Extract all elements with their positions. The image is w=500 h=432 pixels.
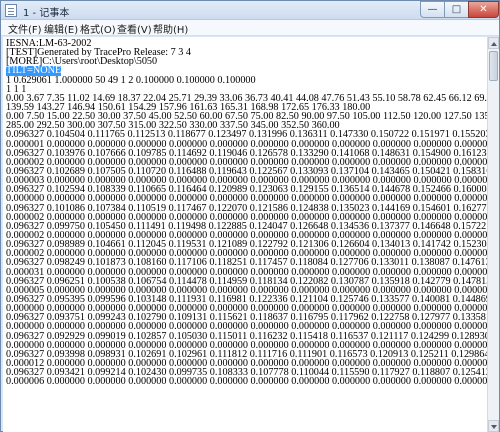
text-line: 0.096327 0.103976 0.107666 0.109785 0.11… <box>6 149 487 158</box>
menu-view[interactable]: 查看(V) <box>117 21 152 36</box>
text-line: 0.00 3.67 7.35 11.02 14.69 18.37 22.04 2… <box>6 94 487 103</box>
text-line: 285.00 292.50 300.00 307.50 315.00 322.5… <box>6 121 487 130</box>
line-text: 0.000000 0.000000 0.000000 0.000000 0.00… <box>6 340 487 350</box>
text-line: 0.000003 0.000000 0.000000 0.000000 0.00… <box>6 176 487 185</box>
line-text: 0.000000 0.000000 0.000000 0.000000 0.00… <box>6 304 487 314</box>
line-text: 0.096327 0.103976 0.107666 0.109785 0.11… <box>6 148 487 158</box>
text-editor[interactable]: IESNA:LM-63-2002 [TEST]Generated by Trace… <box>3 37 487 432</box>
line-text: 0.00 3.67 7.35 11.02 14.69 18.37 22.04 2… <box>6 93 487 103</box>
scroll-thumb[interactable] <box>489 51 498 81</box>
maximize-button[interactable]: □ <box>444 1 469 18</box>
menu-edit[interactable]: 编辑(E) <box>44 21 78 36</box>
line-text: 0.00 7.50 15.00 22.50 30.00 37.50 45.00 … <box>6 112 487 122</box>
line-text: 0.096327 0.093421 0.099214 0.102430 0.09… <box>6 368 487 378</box>
text-line: 0.096327 0.092929 0.099019 0.102857 0.10… <box>6 332 487 341</box>
menu-format[interactable]: 格式(O) <box>80 21 116 36</box>
line-text: 0.000001 0.000000 0.000000 0.000000 0.00… <box>6 139 487 149</box>
line-text: 0.096327 0.101086 0.107384 0.110519 0.11… <box>6 203 487 213</box>
menu-file[interactable]: 文件(F) <box>8 21 42 36</box>
text-line: 0.000000 0.000000 0.000000 0.000000 0.00… <box>6 194 487 203</box>
selected-text: TILT=NONE <box>6 66 62 76</box>
line-text: 0.096327 0.098249 0.101873 0.108160 0.11… <box>6 258 487 268</box>
text-line: 0.096327 0.098989 0.104661 0.112045 0.11… <box>6 240 487 249</box>
text-line: 0.000002 0.000000 0.000000 0.000000 0.00… <box>6 158 487 167</box>
close-button[interactable]: ✕ <box>468 1 499 18</box>
text-line: 0.000006 0.000000 0.000000 0.000000 0.00… <box>6 377 487 386</box>
line-text: 0.096327 0.093998 0.098931 0.102691 0.10… <box>6 349 487 359</box>
text-line: IESNA:LM-63-2002 <box>6 39 487 48</box>
line-text: IESNA:LM-63-2002 <box>6 39 92 49</box>
line-text: 0.096327 0.096251 0.100538 0.106754 0.11… <box>6 276 487 286</box>
line-text: 0.096327 0.095395 0.099596 0.103148 0.11… <box>6 294 487 305</box>
text-line: 0.00 7.50 15.00 22.50 30.00 37.50 45.00 … <box>6 112 487 121</box>
text-line: [MORE]C:\Users\root\Desktop\5050 <box>6 57 487 66</box>
line-text: 0.096327 0.098989 0.104661 0.112045 0.11… <box>6 240 487 250</box>
text-line: [TEST]Generated by TracePro Release: 7 3… <box>6 48 487 57</box>
text-line: 0.000000 0.000000 0.000000 0.000000 0.00… <box>6 322 487 331</box>
text-line: 0.096327 0.093421 0.099214 0.102430 0.09… <box>6 368 487 377</box>
text-line: 1 1 1 <box>6 85 487 94</box>
text-line: 0.096327 0.099750 0.105450 0.111491 0.11… <box>6 222 487 231</box>
text-line: 0.096327 0.096251 0.100538 0.106754 0.11… <box>6 277 487 286</box>
text-line: 0.000012 0.000000 0.000000 0.000000 0.00… <box>6 359 487 368</box>
vertical-scrollbar[interactable] <box>487 37 499 432</box>
text-line: 0.000002 0.000000 0.000000 0.000000 0.00… <box>6 213 487 222</box>
line-text: 0.000002 0.000000 0.000000 0.000000 0.00… <box>6 157 487 167</box>
line-text: 0.096327 0.102594 0.108339 0.110665 0.11… <box>6 185 487 195</box>
text-line: 0.096327 0.093998 0.098931 0.102691 0.10… <box>6 350 487 359</box>
line-text: 1 0.629061 1.000000 50 49 1 2 0.100000 0… <box>6 75 256 85</box>
text-line: 0.000000 0.000000 0.000000 0.000000 0.00… <box>6 341 487 350</box>
text-content: IESNA:LM-63-2002 [TEST]Generated by Trace… <box>6 39 487 386</box>
text-line: 0.000000 0.000000 0.000000 0.000000 0.00… <box>6 304 487 313</box>
line-text: 0.096327 0.092929 0.099019 0.102857 0.10… <box>6 331 487 341</box>
text-line: 0.096327 0.101086 0.107384 0.110519 0.11… <box>6 204 487 213</box>
text-line: TILT=NONE <box>6 66 487 76</box>
line-text: 0.096327 0.093751 0.099243 0.102790 0.10… <box>6 313 487 323</box>
line-text: 139.59 143.27 146.94 150.61 154.29 157.9… <box>6 102 371 113</box>
line-text: [MORE]C:\Users\root\Desktop\5050 <box>6 57 158 67</box>
text-line: 0.096327 0.098249 0.101873 0.108160 0.11… <box>6 258 487 267</box>
text-line: 0.096327 0.093751 0.099243 0.102790 0.10… <box>6 313 487 322</box>
line-text: 0.000006 0.000000 0.000000 0.000000 0.00… <box>6 377 487 387</box>
line-text: 0.096327 0.102689 0.107505 0.110720 0.11… <box>6 166 487 177</box>
line-text: 1 1 1 <box>6 84 27 94</box>
text-line: 139.59 143.27 146.94 150.61 154.29 157.9… <box>6 103 487 112</box>
text-line: 0.096327 0.095395 0.099596 0.103148 0.11… <box>6 295 487 304</box>
menu-help[interactable]: 帮助(H) <box>153 21 188 36</box>
text-line: 0.000005 0.000000 0.000000 0.000000 0.00… <box>6 286 487 295</box>
line-text: 0.000002 0.000000 0.000000 0.000000 0.00… <box>6 212 487 222</box>
line-text: 0.000003 0.000000 0.000000 0.000000 0.00… <box>6 176 487 186</box>
text-line: 0.000002 0.000000 0.000000 0.000000 0.00… <box>6 249 487 258</box>
title-bar[interactable]: 1 - 记事本 — □ ✕ <box>1 1 499 20</box>
text-line: 0.096327 0.102689 0.107505 0.110720 0.11… <box>6 167 487 176</box>
line-text: 0.000002 0.000000 0.000000 0.000000 0.00… <box>6 230 487 241</box>
text-line: 0.000001 0.000000 0.000000 0.000000 0.00… <box>6 140 487 149</box>
line-text: 0.000031 0.000000 0.000000 0.000000 0.00… <box>6 267 487 277</box>
text-line: 0.000031 0.000000 0.000000 0.000000 0.00… <box>6 268 487 277</box>
menu-bar: 文件(F) 编辑(E) 格式(O) 查看(V) 帮助(H) <box>1 20 499 36</box>
line-text: [TEST]Generated by TracePro Release: 7 3… <box>6 48 192 58</box>
text-line: 1 0.629061 1.000000 50 49 1 2 0.100000 0… <box>6 76 487 85</box>
line-text: 0.000005 0.000000 0.000000 0.000000 0.00… <box>6 285 487 295</box>
line-text: 0.000000 0.000000 0.000000 0.000000 0.00… <box>6 322 487 332</box>
line-text: 0.000002 0.000000 0.000000 0.000000 0.00… <box>6 249 487 259</box>
window-title: 1 - 记事本 <box>23 8 70 19</box>
text-line: 0.096327 0.104504 0.111765 0.112513 0.11… <box>6 130 487 139</box>
line-text: 0.096327 0.104504 0.111765 0.112513 0.11… <box>6 130 487 140</box>
line-text: 285.00 292.50 300.00 307.50 315.00 322.5… <box>6 121 340 131</box>
scroll-up-arrow-icon[interactable] <box>488 37 499 49</box>
text-line: 0.000002 0.000000 0.000000 0.000000 0.00… <box>6 231 487 240</box>
line-text: 0.096327 0.099750 0.105450 0.111491 0.11… <box>6 221 487 231</box>
notepad-icon <box>5 4 17 17</box>
text-line: 0.096327 0.102594 0.108339 0.110665 0.11… <box>6 185 487 194</box>
notepad-window: 1 - 记事本 — □ ✕ 文件(F) 编辑(E) 格式(O) 查看(V) 帮助… <box>0 0 500 432</box>
line-text: 0.000000 0.000000 0.000000 0.000000 0.00… <box>6 194 487 204</box>
scroll-down-arrow-icon[interactable] <box>488 420 499 432</box>
line-text: 0.000012 0.000000 0.000000 0.000000 0.00… <box>6 358 487 369</box>
minimize-button[interactable]: — <box>420 1 445 18</box>
